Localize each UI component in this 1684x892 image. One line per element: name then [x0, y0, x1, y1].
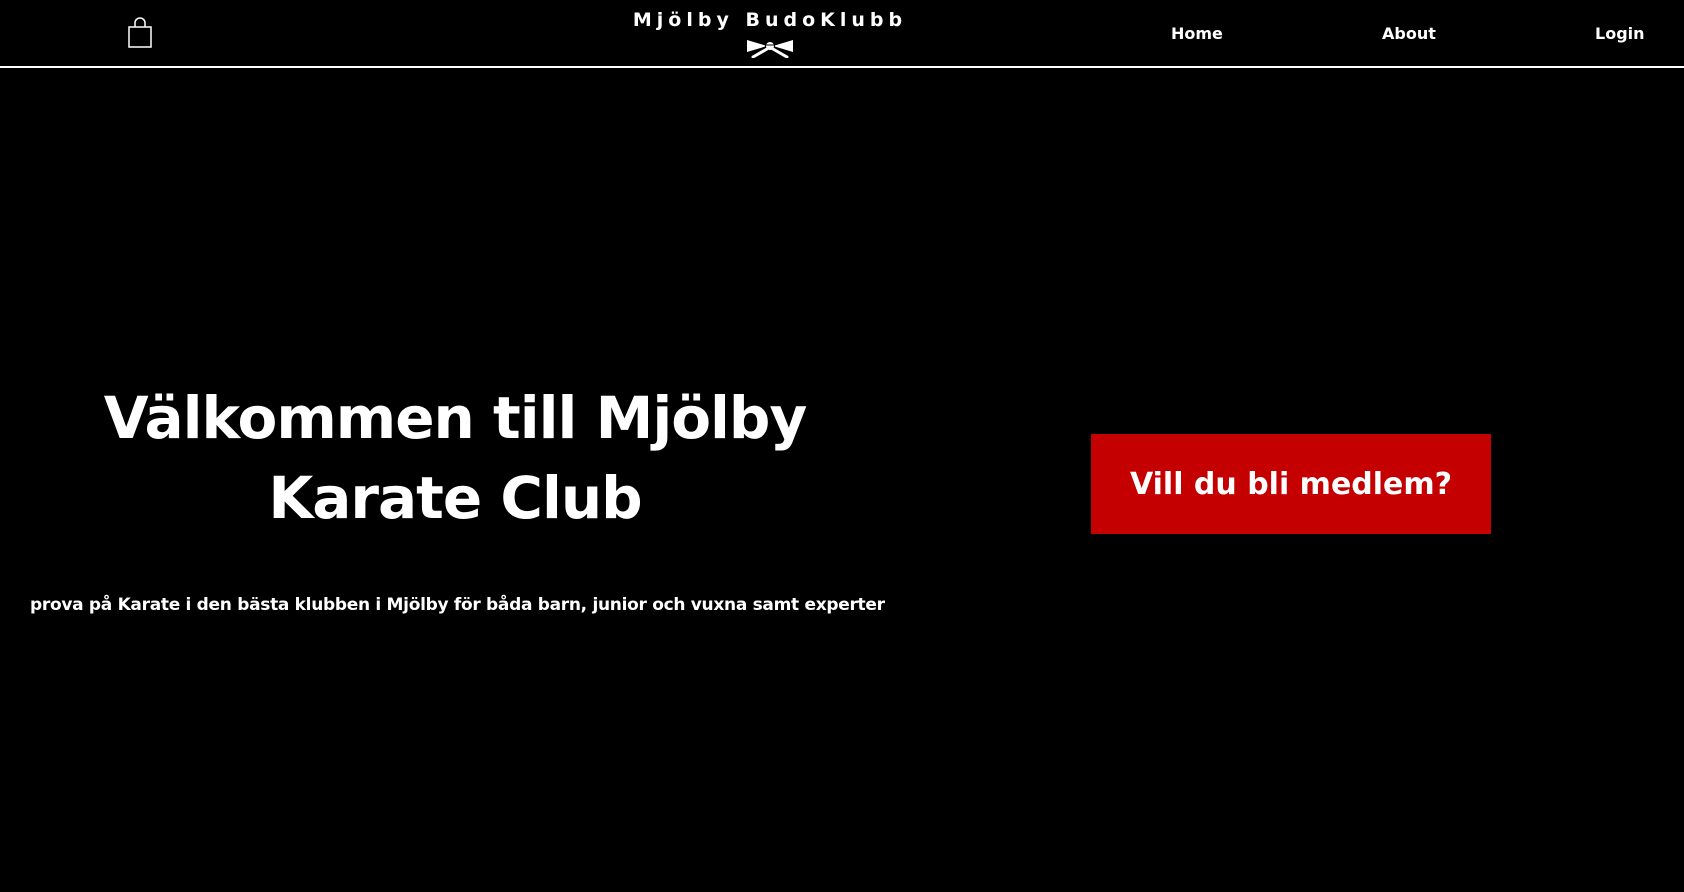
cart-button[interactable]: [124, 16, 156, 50]
hero-subtitle: prova på Karate i den bästa klubben i Mj…: [30, 595, 885, 615]
nav-home-link[interactable]: Home: [1171, 22, 1223, 46]
karate-belt-icon: [747, 40, 793, 58]
hero-title: Välkommen till Mjölby Karate Club: [103, 384, 808, 532]
page: Mjölby BudoKlubb Home About Login Välkom…: [0, 0, 1684, 892]
shopping-bag-icon: [128, 17, 152, 48]
nav-login-link[interactable]: Login: [1595, 22, 1645, 46]
nav-about-link[interactable]: About: [1382, 22, 1436, 46]
brand-title: Mjölby BudoKlubb: [632, 9, 908, 31]
brand-logo[interactable]: Mjölby BudoKlubb: [560, 6, 980, 60]
navbar: Mjölby BudoKlubb Home About Login: [0, 0, 1684, 68]
become-member-button[interactable]: Vill du bli medlem?: [1091, 434, 1491, 534]
